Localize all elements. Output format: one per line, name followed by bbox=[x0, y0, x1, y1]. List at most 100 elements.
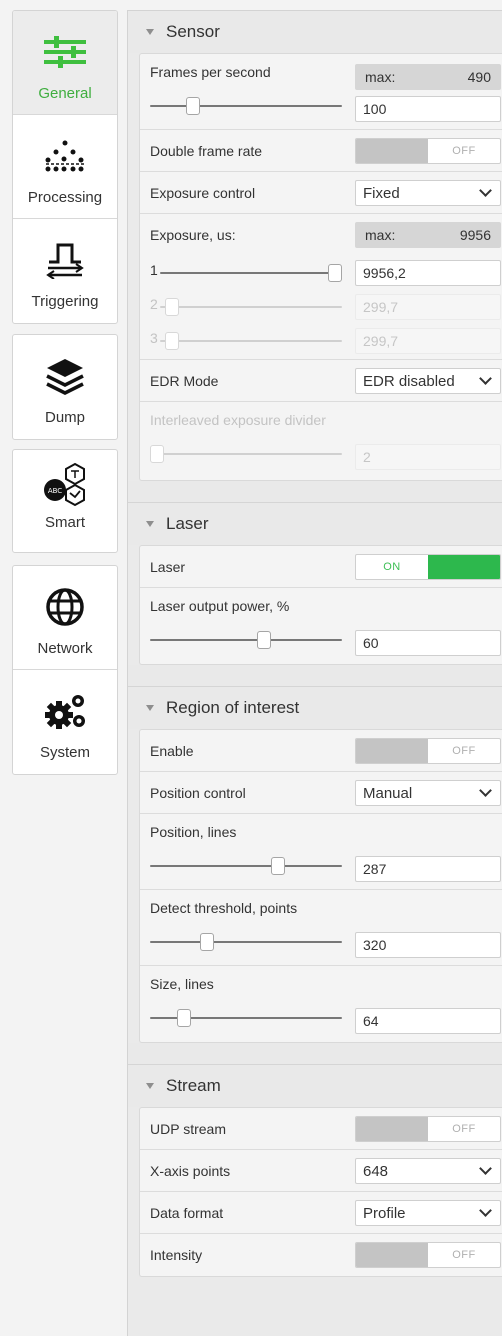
row-size-lines: Size, lines 64 bbox=[140, 966, 502, 1042]
dots-icon bbox=[42, 133, 88, 179]
laser-power-input[interactable]: 60 bbox=[355, 630, 501, 656]
nav-item-smart[interactable]: ABC Smart bbox=[13, 450, 117, 552]
slider-thumb[interactable] bbox=[177, 1009, 191, 1027]
nav-item-triggering[interactable]: Triggering bbox=[13, 219, 117, 323]
section-laser: Laser ON Laser output power, % 60 bbox=[139, 545, 502, 665]
fps-max-value: 490 bbox=[467, 69, 491, 85]
size-lines-label: Size, lines bbox=[150, 976, 214, 992]
collapse-triangle-icon bbox=[146, 1083, 154, 1089]
section-title-laser: Laser bbox=[166, 514, 209, 533]
roi-enable-toggle[interactable]: OFF bbox=[355, 738, 501, 764]
row-position-control: Position control Manual bbox=[140, 772, 502, 814]
globe-icon bbox=[42, 584, 88, 630]
row-exposure-3: 3 299,7 bbox=[140, 324, 502, 360]
laser-toggle[interactable]: ON bbox=[355, 554, 501, 580]
section-header-laser[interactable]: Laser bbox=[128, 503, 502, 545]
section-header-sensor[interactable]: Sensor bbox=[128, 11, 502, 53]
chevron-down-icon bbox=[479, 784, 492, 797]
chevron-down-icon bbox=[479, 372, 492, 385]
edr-mode-select[interactable]: EDR disabled bbox=[355, 368, 501, 394]
nav-label-triggering: Triggering bbox=[31, 293, 99, 310]
size-lines-input[interactable]: 64 bbox=[355, 1008, 501, 1034]
collapse-triangle-icon bbox=[146, 29, 154, 35]
row-detect-threshold: Detect threshold, points 320 bbox=[140, 890, 502, 966]
sliders-icon bbox=[42, 29, 88, 75]
slider-thumb[interactable] bbox=[186, 97, 200, 115]
fps-input[interactable]: 100 bbox=[355, 96, 501, 122]
interleaved-input: 2 bbox=[355, 444, 501, 470]
row-edr-mode: EDR Mode EDR disabled bbox=[140, 360, 502, 402]
section-gap bbox=[128, 481, 502, 503]
size-lines-slider[interactable] bbox=[150, 1008, 342, 1028]
slider-thumb bbox=[165, 298, 179, 316]
nav-group-dump: Dump bbox=[12, 334, 118, 440]
slider-thumb[interactable] bbox=[271, 857, 285, 875]
nav-item-general[interactable]: General bbox=[13, 11, 117, 115]
row-position-lines: Position, lines 287 bbox=[140, 814, 502, 890]
nav-item-processing[interactable]: Processing bbox=[13, 115, 117, 219]
intensity-toggle[interactable]: OFF bbox=[355, 1242, 501, 1268]
section-title-stream: Stream bbox=[166, 1076, 221, 1095]
section-stream: UDP stream OFF X-axis points 648 Data fo… bbox=[139, 1107, 502, 1277]
double-frame-rate-toggle[interactable]: OFF bbox=[355, 138, 501, 164]
exposure-2-input: 299,7 bbox=[355, 294, 501, 320]
x-axis-points-select[interactable]: 648 bbox=[355, 1158, 501, 1184]
exposure-1-input[interactable]: 9956,2 bbox=[355, 260, 501, 286]
position-lines-input[interactable]: 287 bbox=[355, 856, 501, 882]
exposure-line-number: 2 bbox=[150, 296, 158, 312]
slider-thumb[interactable] bbox=[328, 264, 342, 282]
nav-group-smart: ABC Smart bbox=[12, 449, 118, 553]
exposure-3-slider bbox=[160, 331, 342, 351]
settings-panel: Sensor Frames per second max: 490 100 Do… bbox=[127, 10, 502, 1336]
nav-item-dump[interactable]: Dump bbox=[13, 335, 117, 439]
section-sensor: Frames per second max: 490 100 Double fr… bbox=[139, 53, 502, 481]
smart-icon: ABC bbox=[42, 462, 88, 508]
section-title-roi: Region of interest bbox=[166, 698, 300, 717]
chevron-down-icon bbox=[479, 1162, 492, 1175]
slider-thumb[interactable] bbox=[200, 933, 214, 951]
detect-threshold-label: Detect threshold, points bbox=[150, 900, 298, 916]
data-format-select[interactable]: Profile bbox=[355, 1200, 501, 1226]
slider-thumb[interactable] bbox=[257, 631, 271, 649]
exposure-line-number: 1 bbox=[150, 262, 158, 278]
interleaved-label: Interleaved exposure divider bbox=[150, 412, 326, 428]
nav-label-general: General bbox=[38, 85, 92, 102]
exposure-2-slider bbox=[160, 297, 342, 317]
row-laser: Laser ON bbox=[140, 546, 502, 588]
position-lines-label: Position, lines bbox=[150, 824, 237, 840]
detect-threshold-input[interactable]: 320 bbox=[355, 932, 501, 958]
nav-label-network: Network bbox=[37, 640, 93, 657]
row-exposure-2: 2 299,7 bbox=[140, 290, 502, 324]
position-control-select[interactable]: Manual bbox=[355, 780, 501, 806]
fps-max-label: max: bbox=[365, 69, 396, 85]
row-fps: Frames per second max: 490 100 bbox=[140, 54, 502, 130]
nav-item-system[interactable]: System bbox=[13, 670, 117, 774]
chevron-down-icon bbox=[479, 184, 492, 197]
udp-stream-toggle[interactable]: OFF bbox=[355, 1116, 501, 1142]
layers-icon bbox=[42, 353, 88, 399]
row-double-frame-rate: Double frame rate OFF bbox=[140, 130, 502, 172]
collapse-triangle-icon bbox=[146, 705, 154, 711]
section-header-stream[interactable]: Stream bbox=[128, 1065, 502, 1107]
position-lines-slider[interactable] bbox=[150, 856, 342, 876]
row-intensity: Intensity OFF bbox=[140, 1234, 502, 1276]
section-header-roi[interactable]: Region of interest bbox=[128, 687, 502, 729]
laser-power-label: Laser output power, % bbox=[150, 598, 290, 614]
fps-max-box: max: 490 bbox=[355, 64, 501, 90]
exposure-control-select[interactable]: Fixed bbox=[355, 180, 501, 206]
nav-label-processing: Processing bbox=[27, 189, 103, 206]
chevron-down-icon bbox=[479, 1204, 492, 1217]
row-exposure-control: Exposure control Fixed bbox=[140, 172, 502, 214]
detect-threshold-slider[interactable] bbox=[150, 932, 342, 952]
nav-item-network[interactable]: Network bbox=[13, 566, 117, 670]
laser-power-slider[interactable] bbox=[150, 630, 342, 650]
fps-slider[interactable] bbox=[150, 96, 342, 116]
row-laser-power: Laser output power, % 60 bbox=[140, 588, 502, 664]
row-roi-enable: Enable OFF bbox=[140, 730, 502, 772]
exposure-1-slider[interactable] bbox=[160, 263, 342, 283]
row-exposure-header: Exposure, us: max: 9956 bbox=[140, 214, 502, 256]
row-udp-stream: UDP stream OFF bbox=[140, 1108, 502, 1150]
section-title-sensor: Sensor bbox=[166, 22, 220, 41]
slider-thumb bbox=[165, 332, 179, 350]
row-x-axis-points: X-axis points 648 bbox=[140, 1150, 502, 1192]
